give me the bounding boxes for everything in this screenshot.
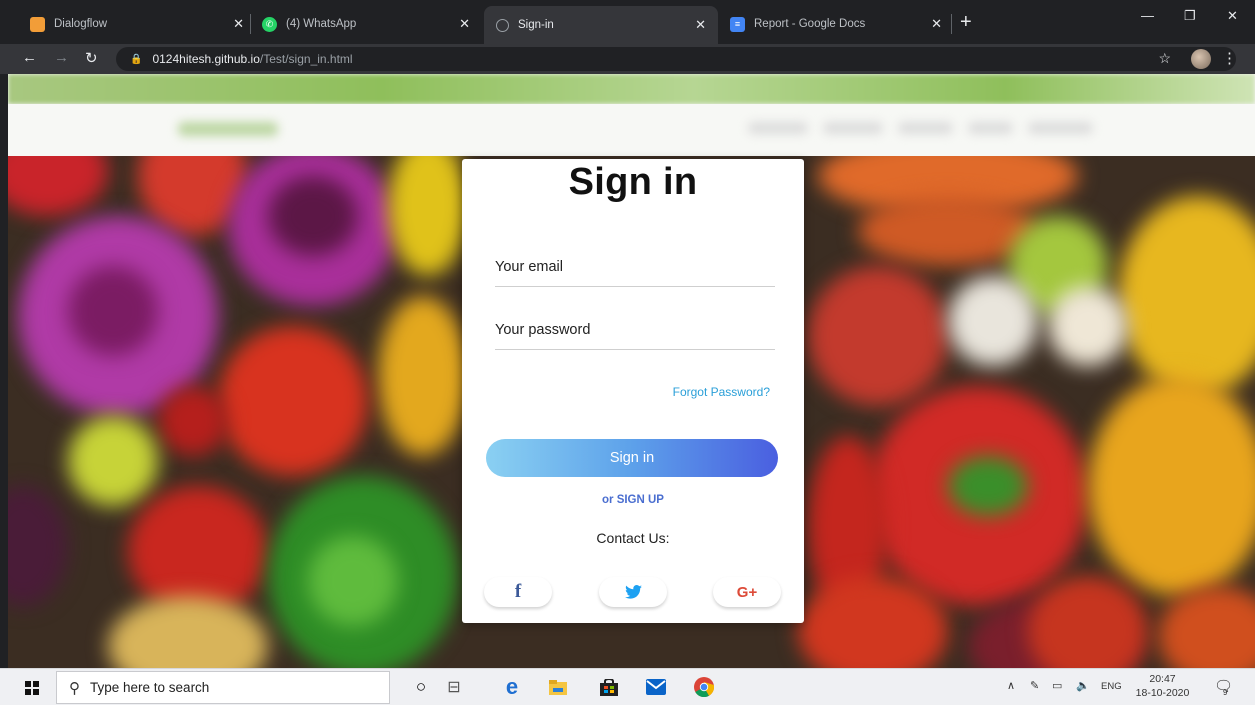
sign-in-card: Sign in Forgot Password? Sign in or SIGN… [462, 159, 804, 623]
email-field-wrapper [495, 247, 775, 287]
task-view-icon[interactable]: ⊟ [442, 675, 466, 699]
taskbar-clock[interactable]: 20:47 18-10-2020 [1135, 672, 1190, 700]
google-plus-button[interactable]: G+ [713, 577, 781, 607]
pen-workspace-icon[interactable]: ✎ [1030, 679, 1039, 692]
close-window-button[interactable]: ✕ [1227, 8, 1238, 24]
tab-title: (4) WhatsApp [286, 18, 357, 30]
store-icon[interactable] [597, 675, 621, 699]
restore-button[interactable]: ❐ [1184, 8, 1196, 24]
close-tab-icon[interactable]: ✕ [695, 17, 706, 33]
taskbar-search-box[interactable]: ⚲ Type here to search [56, 671, 390, 704]
clock-time: 20:47 [1149, 673, 1176, 685]
twitter-icon [624, 585, 642, 599]
tab-title: Sign-in [518, 19, 554, 31]
contact-us-label: Contact Us: [596, 530, 670, 546]
windows-start-icon[interactable] [25, 681, 39, 695]
site-logo-blurred [178, 122, 278, 136]
tab-google-docs[interactable]: ≡ Report - Google Docs ✕ [718, 6, 954, 42]
clock-date: 18-10-2020 [1135, 687, 1190, 699]
close-tab-icon[interactable]: ✕ [233, 16, 244, 32]
notification-count-badge: 9 [1223, 688, 1228, 697]
close-tab-icon[interactable]: ✕ [931, 16, 942, 32]
sign-in-title: Sign in [568, 161, 698, 203]
language-indicator[interactable]: ENG [1101, 681, 1122, 692]
back-arrow-icon[interactable]: ← [22, 49, 37, 66]
sign-up-link[interactable]: or SIGN UP [462, 494, 804, 506]
whatsapp-icon: ✆ [262, 16, 277, 32]
new-tab-button[interactable]: + [960, 11, 972, 34]
google-plus-icon: G+ [736, 583, 758, 601]
email-field[interactable] [495, 247, 775, 286]
lock-icon: 🔒 [130, 53, 143, 65]
volume-icon[interactable]: 🔈 [1076, 679, 1090, 692]
bookmark-star-icon[interactable]: ☆ [1158, 50, 1171, 67]
tab-divider [951, 14, 952, 34]
tab-title: Dialogflow [54, 18, 108, 30]
site-top-strip [8, 74, 1255, 104]
url-host: 0124hitesh.github.io [152, 52, 260, 66]
dialogflow-icon [30, 16, 45, 32]
minimize-button[interactable]: — [1141, 8, 1154, 23]
tab-title: Report - Google Docs [754, 18, 866, 30]
mail-icon[interactable] [644, 675, 668, 699]
nav-link-blurred [823, 122, 883, 134]
tab-sign-in[interactable]: Sign-in ✕ [484, 6, 718, 44]
nav-link-blurred [1028, 122, 1093, 134]
facebook-button[interactable]: f [484, 577, 552, 607]
twitter-button[interactable] [599, 577, 667, 607]
globe-icon [496, 18, 509, 32]
battery-icon[interactable]: ▭ [1052, 679, 1062, 692]
profile-avatar[interactable] [1191, 49, 1211, 69]
nav-link-blurred [748, 122, 808, 134]
windows-taskbar: ⚲ Type here to search ○ ⊟ e ∧ ✎ ▭ 🔈 ENG … [0, 668, 1255, 705]
forward-arrow-icon[interactable]: → [54, 49, 69, 66]
url-path: /Test/sign_in.html [259, 52, 353, 66]
taskbar-search-placeholder: Type here to search [90, 680, 210, 695]
close-tab-icon[interactable]: ✕ [459, 16, 470, 32]
browser-toolbar: ← → ↻ 🔒 0124hitesh.github.io /Test/sign_… [0, 44, 1255, 74]
sign-in-button[interactable]: Sign in [486, 439, 778, 477]
facebook-icon: f [514, 581, 522, 602]
password-field-wrapper [495, 310, 775, 350]
tab-whatsapp[interactable]: ✆ (4) WhatsApp ✕ [250, 6, 482, 42]
kebab-menu-icon[interactable]: ⋮ [1222, 49, 1237, 67]
cortana-icon[interactable]: ○ [409, 675, 433, 699]
tray-expand-icon[interactable]: ∧ [1007, 679, 1015, 692]
file-explorer-icon[interactable] [546, 675, 570, 699]
nav-link-blurred [898, 122, 953, 134]
browser-tab-bar: Dialogflow ✕ ✆ (4) WhatsApp ✕ Sign-in ✕ … [0, 0, 1255, 44]
forgot-password-link[interactable]: Forgot Password? [673, 385, 770, 399]
page-viewport: Sign in Forgot Password? Sign in or SIGN… [8, 74, 1255, 668]
site-header-blurred [8, 104, 1255, 156]
chrome-icon[interactable] [692, 675, 716, 699]
search-icon: ⚲ [69, 679, 80, 697]
password-field[interactable] [495, 310, 775, 349]
google-docs-icon: ≡ [730, 16, 745, 32]
tab-dialogflow[interactable]: Dialogflow ✕ [18, 6, 256, 42]
edge-icon[interactable]: e [500, 674, 524, 699]
address-bar[interactable]: 🔒 0124hitesh.github.io /Test/sign_in.htm… [116, 47, 1236, 71]
reload-icon[interactable]: ↻ [85, 49, 98, 67]
nav-link-blurred [968, 122, 1013, 134]
